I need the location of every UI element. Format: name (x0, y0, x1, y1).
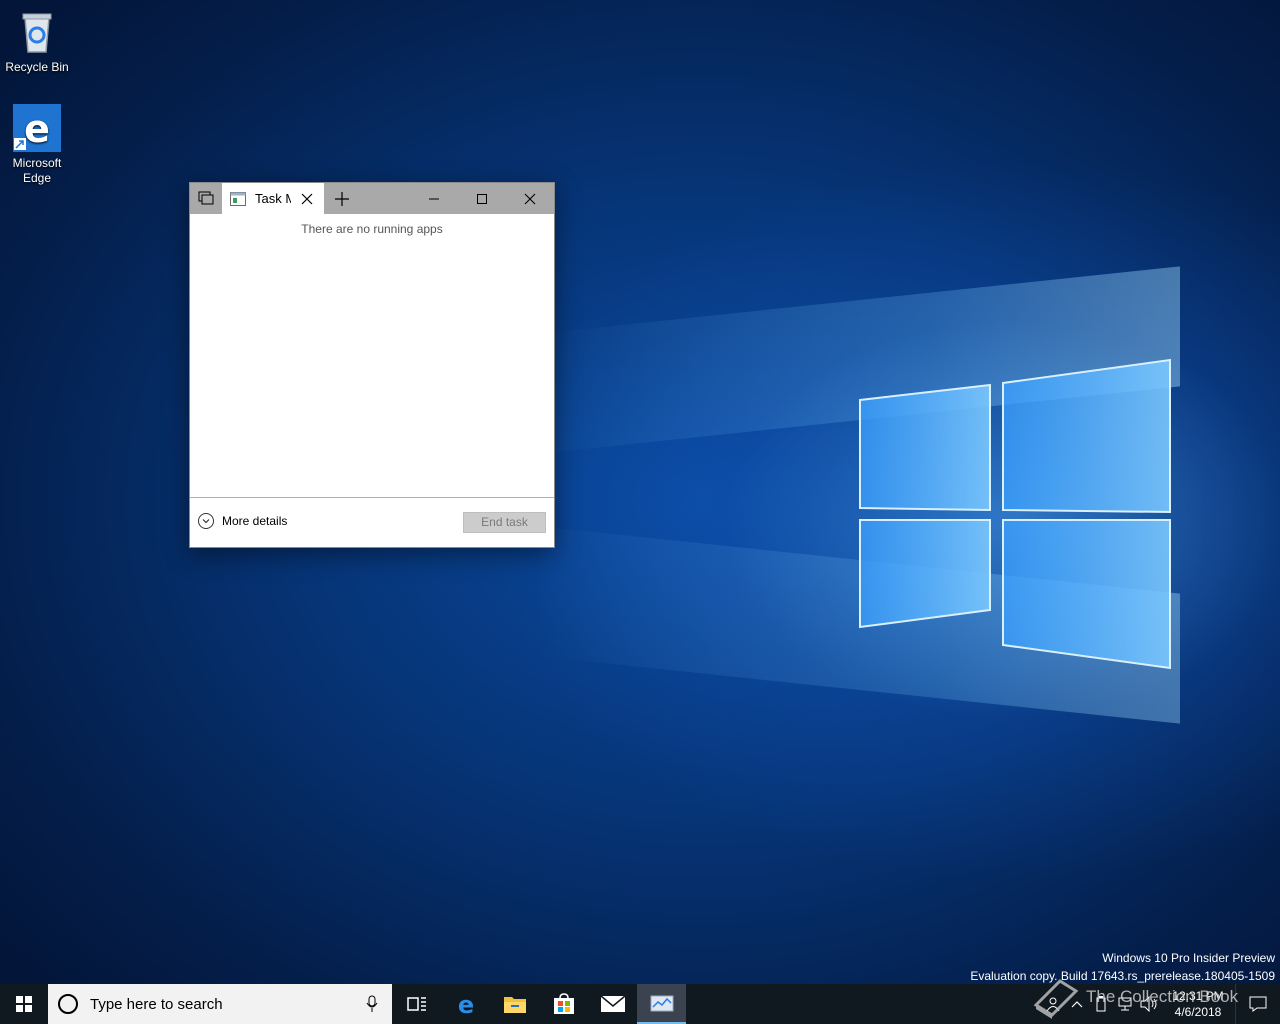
cortana-icon (58, 994, 78, 1014)
window-footer: More details End task (190, 497, 554, 547)
tabs-icon (198, 191, 214, 204)
new-tab-button[interactable] (324, 183, 360, 214)
taskbar-file-explorer[interactable] (490, 984, 539, 1024)
edge-label: Microsoft Edge (12, 156, 62, 185)
taskbar-store[interactable] (539, 984, 588, 1024)
watermark-edition: Windows 10 Pro Insider Preview (1102, 951, 1275, 965)
close-icon (301, 193, 313, 204)
task-manager-tab-icon (230, 191, 246, 206)
edge-icon: e (13, 104, 61, 152)
more-details-label: More details (222, 514, 288, 528)
search-box[interactable]: Type here to search (48, 984, 392, 1024)
task-manager-icon (650, 995, 673, 1012)
recycle-bin-icon (13, 8, 61, 56)
more-details-toggle[interactable]: More details (198, 513, 287, 529)
tab-title: Task M (255, 191, 291, 206)
minimize-button[interactable] (410, 183, 458, 214)
edge-icon: e (457, 992, 473, 1016)
app-list: There are no running apps (190, 214, 554, 497)
mail-icon (600, 995, 625, 1012)
collection-book-overlay: The Collection Book (1030, 975, 1238, 1019)
start-button[interactable] (0, 984, 48, 1024)
plus-icon (335, 191, 349, 206)
task-manager-window: Task M There are no running apps More de… (189, 182, 555, 548)
maximize-icon (477, 193, 487, 204)
notification-icon (1249, 996, 1267, 1012)
chevron-down-icon (198, 513, 214, 529)
store-icon (553, 993, 574, 1014)
end-task-button[interactable]: End task (463, 512, 546, 533)
title-bar[interactable]: Task M (190, 183, 554, 214)
action-center-button[interactable] (1235, 984, 1280, 1024)
search-placeholder: Type here to search (90, 995, 223, 1013)
book-icon (1033, 979, 1079, 1019)
microphone-icon[interactable] (366, 995, 378, 1013)
taskbar-task-manager[interactable] (637, 984, 686, 1024)
tab-close-button[interactable] (299, 191, 315, 207)
close-window-button[interactable] (506, 183, 554, 214)
taskbar-mail[interactable] (588, 984, 637, 1024)
file-explorer-icon (503, 997, 526, 1013)
tab-task-manager[interactable]: Task M (222, 183, 324, 214)
windows-wallpaper-logo (859, 358, 1171, 670)
task-view-button[interactable] (392, 984, 441, 1024)
overlay-text: The Collection Book (1086, 987, 1239, 1006)
svg-text:e: e (24, 107, 50, 151)
taskbar-edge[interactable]: e (441, 984, 490, 1024)
minimize-icon (429, 198, 439, 199)
close-icon (524, 193, 536, 204)
recycle-bin-label: Recycle Bin (5, 60, 69, 74)
tab-list-button[interactable] (190, 183, 222, 214)
desktop-icon-recycle-bin[interactable]: Recycle Bin (0, 8, 74, 75)
svg-text:e: e (457, 992, 473, 1016)
windows-logo-icon (16, 996, 32, 1012)
desktop-icon-edge[interactable]: e Microsoft Edge (0, 104, 74, 186)
task-view-icon (406, 997, 426, 1011)
empty-message: There are no running apps (301, 222, 443, 236)
maximize-button[interactable] (458, 183, 506, 214)
